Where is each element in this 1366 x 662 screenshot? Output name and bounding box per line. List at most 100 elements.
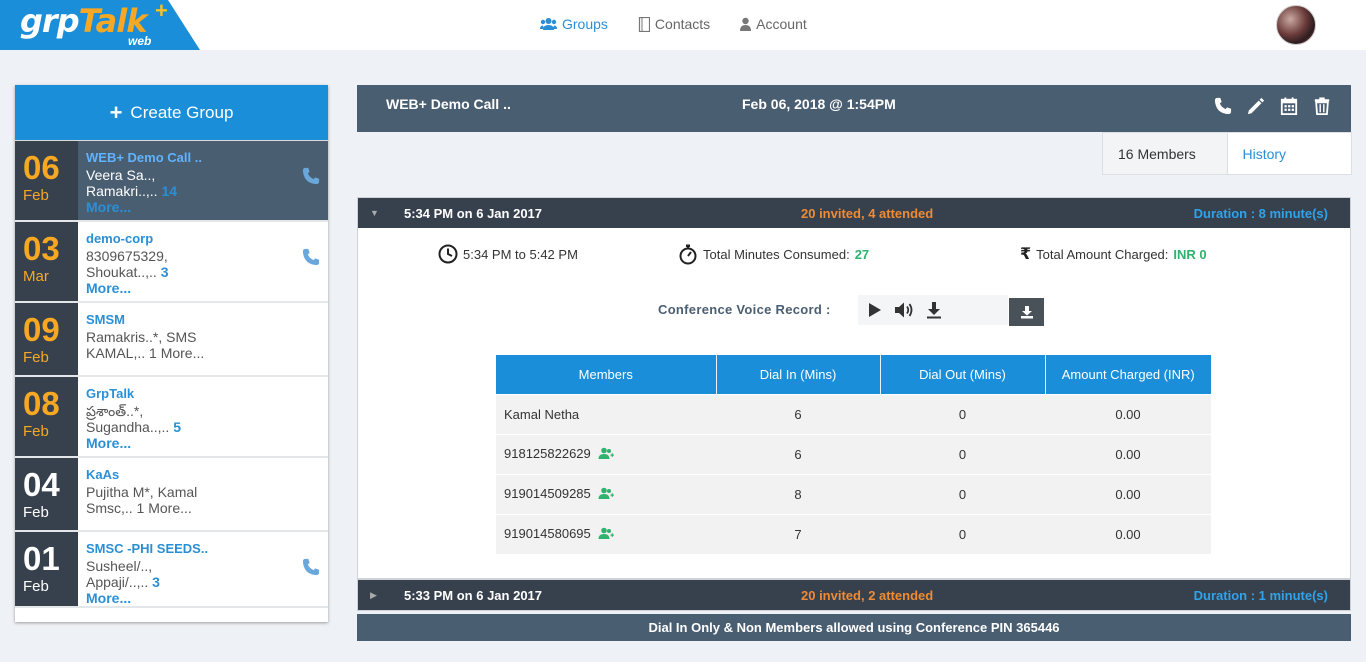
total-amount-value: INR 0 [1173, 246, 1207, 262]
group-day: 09 [23, 311, 60, 348]
call-phone-icon[interactable] [302, 248, 320, 269]
table-row: 919014509285 8 0 0.00 [496, 473, 1211, 514]
phone-icon[interactable] [1214, 96, 1232, 116]
group-info: demo-corp 8309675329, Shoukat..,.. 3 Mor… [78, 222, 328, 301]
group-members-line1: Pujitha M*, Kamal [86, 484, 198, 500]
call-panel-header[interactable]: ▼ 5:34 PM on 6 Jan 2017 20 invited, 4 at… [358, 198, 1350, 228]
group-members-line1: 8309675329, [86, 248, 168, 264]
call-header: WEB+ Demo Call .. Feb 06, 2018 @ 1:54PM [357, 85, 1351, 132]
call-panel-header[interactable]: ▶ 5:33 PM on 6 Jan 2017 20 invited, 2 at… [358, 580, 1350, 610]
group-members-line1: ప్రశాంత్..*, [86, 403, 144, 419]
dial-out-cell: 0 [880, 393, 1045, 434]
total-minutes: Total Minutes Consumed: 27 [678, 244, 869, 265]
group-month: Feb [23, 578, 49, 595]
dial-out-cell: 0 [880, 513, 1045, 554]
nav-account-label: Account [756, 16, 807, 32]
group-sidebar: + Create Group 06 Feb WEB+ Demo Call .. … [15, 85, 328, 622]
clock-icon [438, 244, 458, 264]
group-name: GrpTalk [86, 386, 135, 401]
add-contact-icon[interactable] [598, 487, 615, 502]
group-info: SMSM Ramakris..*, SMS KAMAL,.. 1 More... [78, 303, 328, 375]
calendar-icon[interactable] [1280, 96, 1298, 116]
group-month: Mar [23, 268, 49, 285]
address-book-icon [638, 16, 650, 32]
call-panel: ▶ 5:33 PM on 6 Jan 2017 20 invited, 2 at… [357, 579, 1351, 611]
create-group-button[interactable]: + Create Group [15, 85, 328, 141]
group-date-box: 08 Feb [15, 377, 78, 456]
group-month: Feb [23, 349, 49, 366]
group-name: SMSC -PHI SEEDS.. [86, 541, 209, 556]
group-members-line2: Smsc,.. 1 More... [86, 500, 192, 516]
download-record-button[interactable] [1009, 298, 1044, 326]
group-date-box: 01 Feb [15, 532, 78, 606]
col-members: Members [496, 355, 717, 394]
group-month: Feb [23, 187, 49, 204]
edit-icon[interactable] [1247, 96, 1265, 116]
group-more-link[interactable]: More... [86, 435, 320, 451]
call-duration: Duration : 8 minute(s) [1193, 206, 1328, 221]
group-item[interactable]: 04 Feb KaAs Pujitha M*, Kamal Smsc,.. 1 … [15, 458, 328, 532]
group-more-link[interactable]: More... [86, 280, 320, 296]
logo[interactable]: grpTalk + web [0, 0, 200, 50]
tab-members[interactable]: 16 Members [1103, 133, 1228, 174]
volume-icon[interactable] [894, 301, 914, 319]
group-more-link[interactable]: More... [86, 199, 320, 215]
members-table-body: Kamal Netha 6 0 0.00 918125822629 6 0 0.… [496, 393, 1211, 554]
member-cell: 919014509285 [496, 473, 716, 514]
trash-icon[interactable] [1313, 96, 1331, 116]
group-day: 08 [23, 385, 60, 422]
call-phone-icon[interactable] [302, 558, 320, 579]
play-icon[interactable] [868, 302, 882, 318]
call-duration: Duration : 1 minute(s) [1193, 588, 1328, 603]
avatar[interactable] [1276, 5, 1316, 45]
header-actions [1214, 96, 1331, 116]
plus-icon: + [109, 99, 123, 125]
group-name: WEB+ Demo Call .. [86, 150, 202, 165]
nav-account[interactable]: Account [740, 16, 807, 32]
users-icon [540, 18, 557, 30]
group-info: WEB+ Demo Call .. Veera Sa.., Ramakri..,… [78, 141, 328, 220]
call-phone-icon[interactable] [302, 167, 320, 188]
main-nav: Groups Contacts Account [540, 16, 807, 32]
audio-player [858, 295, 1008, 325]
nav-contacts-label: Contacts [654, 16, 711, 32]
dial-in-cell: 7 [716, 513, 880, 554]
call-panel: ▼ 5:34 PM on 6 Jan 2017 20 invited, 4 at… [357, 197, 1351, 579]
table-row: Kamal Netha 6 0 0.00 [496, 393, 1211, 434]
conference-pin-bar: Dial In Only & Non Members allowed using… [357, 614, 1351, 641]
group-item[interactable]: 09 Feb SMSM Ramakris..*, SMS KAMAL,.. 1 … [15, 303, 328, 377]
nav-groups[interactable]: Groups [540, 16, 608, 32]
add-contact-icon[interactable] [598, 447, 615, 462]
group-date-box: 04 Feb [15, 458, 78, 530]
total-amount-label: Total Amount Charged: [1036, 246, 1169, 262]
col-dial-out: Dial Out (Mins) [880, 355, 1046, 394]
download-icon[interactable] [926, 301, 942, 319]
group-members-line1: Veera Sa.., [86, 167, 156, 183]
group-month: Feb [23, 504, 49, 521]
group-month: Feb [23, 423, 49, 440]
nav-groups-label: Groups [562, 16, 608, 32]
create-group-label: Create Group [130, 102, 234, 122]
group-count: 14 [161, 183, 178, 199]
call-time: 5:34 PM on 6 Jan 2017 [404, 206, 543, 221]
group-item[interactable]: 06 Feb WEB+ Demo Call .. Veera Sa.., Ram… [15, 141, 328, 222]
dial-in-cell: 6 [716, 393, 880, 434]
group-item[interactable]: 03 Mar demo-corp 8309675329, Shoukat..,.… [15, 222, 328, 303]
call-time-range: 5:34 PM to 5:42 PM [438, 244, 578, 264]
group-title: WEB+ Demo Call .. [386, 96, 511, 112]
tab-history[interactable]: History [1228, 133, 1352, 174]
group-more-link[interactable]: More... [86, 590, 320, 606]
group-members-line2: KAMAL,.. 1 More... [86, 345, 205, 361]
dial-out-cell: 0 [880, 433, 1045, 474]
group-name: SMSM [86, 312, 125, 327]
add-contact-icon[interactable] [598, 527, 615, 542]
group-day: 01 [23, 540, 60, 577]
group-name: demo-corp [86, 231, 154, 246]
dial-in-cell: 6 [716, 433, 880, 474]
group-item[interactable]: 08 Feb GrpTalk ప్రశాంత్..*, Sugandha..,.… [15, 377, 328, 458]
nav-contacts[interactable]: Contacts [638, 16, 710, 32]
member-cell: Kamal Netha [496, 393, 716, 434]
call-details: 5:34 PM to 5:42 PM Total Minutes Consume… [358, 228, 1350, 578]
group-date-box: 06 Feb [15, 141, 78, 220]
group-item[interactable]: 01 Feb SMSC -PHI SEEDS.. Susheel/.., App… [15, 532, 328, 608]
